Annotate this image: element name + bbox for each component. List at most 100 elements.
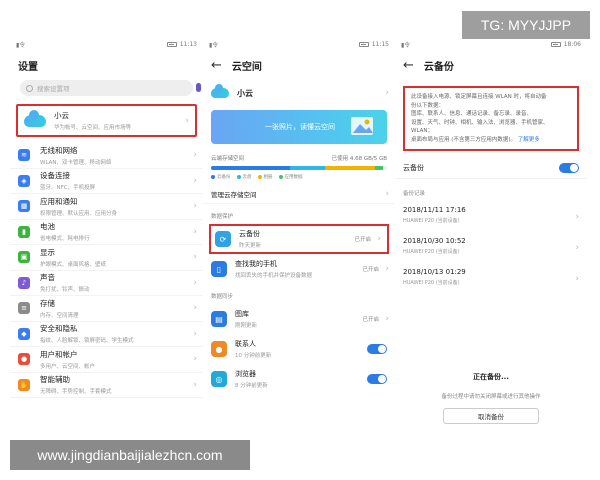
storage-segment	[290, 166, 326, 170]
manage-storage-row[interactable]: 管理云存储空间 ›	[203, 184, 395, 204]
find-my-phone-row[interactable]: ▯ 查找我的手机 找回丢失的手机并保护设备数据 已开启 ›	[203, 254, 395, 284]
chevron-right-icon: ›	[377, 234, 381, 244]
back-arrow-icon[interactable]: ←	[211, 58, 222, 73]
contacts-toggle[interactable]	[367, 344, 387, 354]
backup-progress: 正在备份... 备份过程中请勿关闭屏幕或进行其他操作 取消备份	[395, 372, 587, 424]
device-connect-icon: ◈	[18, 174, 30, 187]
chevron-right-icon: ›	[193, 150, 197, 161]
user-icon: ●	[18, 353, 30, 366]
item-sub: 8 分钟前更新	[235, 383, 268, 389]
cancel-backup-button[interactable]: 取消备份	[443, 408, 539, 424]
gallery-row[interactable]: ▤ 图库 刚刚更新 已开启 ›	[203, 304, 395, 334]
back-arrow-icon[interactable]: ←	[403, 58, 414, 73]
legend-dot	[278, 175, 283, 179]
settings-item-cloud[interactable]: 小云 华为帐号、云空间、应用市场等 ›	[16, 104, 197, 137]
settings-item-users[interactable]: ● 用户和帐户 多用户、云空间、帐户 ›	[10, 347, 203, 373]
watermark-tg: TG: MYYJJPP	[462, 11, 590, 39]
account-name: 小云	[237, 88, 253, 98]
settings-item-battery[interactable]: ▮ 电池 省电模式、耗电排行 ›	[10, 220, 203, 245]
cloud-backup-row[interactable]: ⟳ 云备份 昨天更新 已开启 ›	[209, 224, 389, 254]
contacts-icon: ●	[211, 341, 227, 357]
settings-item-storage[interactable]: ≡ 存储 内存、空间清理 ›	[10, 296, 203, 322]
backup-notice: 此设备接入电源、锁定屏幕且连接 WLAN 时，将自动备 份以下数据： 图库、联系…	[403, 86, 579, 151]
settings-item-display[interactable]: ▣ 显示 护眼模式、桌面风格、壁纸 ›	[10, 245, 203, 271]
record-date: 2018/10/13 01:29	[403, 268, 466, 276]
chevron-right-icon: ›	[193, 303, 197, 314]
item-sub: 免打扰、铃声、振动	[40, 287, 90, 294]
storage-usage: 已使用 4.68 GB/5 GB	[331, 156, 387, 162]
chevron-right-icon: ›	[385, 264, 389, 274]
find-phone-icon: ▯	[211, 261, 227, 277]
signal-indicator: ▮令	[209, 41, 219, 49]
backup-toggle-row[interactable]: 云备份	[395, 157, 587, 179]
legend-dot	[257, 175, 262, 179]
status-time: 11:15	[371, 40, 389, 48]
item-label: 电池	[40, 222, 55, 232]
record-date: 2018/10/30 10:52	[403, 237, 466, 245]
item-label: 联系人	[235, 340, 256, 348]
legend-label: 应用数据	[284, 175, 303, 180]
settings-item-network[interactable]: ≋ 无线和网络 WLAN、双卡管理、移动网络 ›	[10, 143, 203, 169]
search-placeholder: 搜索设置项	[37, 85, 70, 93]
signal-indicator: ▮令	[401, 41, 411, 49]
chevron-right-icon: ›	[193, 252, 197, 263]
item-sub: 找回丢失的手机并保护设备数据	[235, 273, 313, 279]
notice-line: 桌面布局与应用 (不含第三方应用内数据)。	[411, 136, 517, 143]
signal-indicator: ▮令	[16, 41, 26, 49]
status-text: 已开启	[362, 317, 379, 323]
contacts-row[interactable]: ● 联系人 10 分钟前更新	[203, 334, 395, 364]
section-data-protection: 数据保护	[211, 214, 234, 220]
browser-icon: ◎	[211, 371, 227, 387]
chevron-right-icon: ›	[193, 354, 197, 365]
legend-label: 相册	[263, 175, 273, 180]
legend-label: 云备份	[217, 175, 231, 180]
legend-item: 云盘	[236, 174, 252, 180]
battery-icon	[550, 41, 561, 47]
settings-item-apps[interactable]: ▦ 应用和通知 权限管理、默认应用、应用分身 ›	[10, 194, 203, 220]
item-label: 用户和帐户	[40, 349, 78, 359]
storage-legend: 云备份 云盘 相册 应用数据	[211, 174, 387, 180]
title-bar: ← 云空间	[203, 52, 395, 78]
settings-screen: ▮令 11:13 设置 搜索设置项 小云 华为帐号、云空间、应用市场等 › ≋ 无…	[10, 36, 203, 438]
item-label: 浏览器	[235, 370, 256, 378]
sound-icon: ♪	[18, 276, 30, 289]
section-data-sync: 数据同步	[211, 294, 234, 300]
backup-record[interactable]: 2018/10/13 01:29 HUAWEI P20 (当前设备) ›	[395, 263, 587, 294]
storage-label: 云端存储空间	[211, 156, 245, 162]
settings-item-device-connect[interactable]: ◈ 设备连接 蓝牙、NFC、手机投屏 ›	[10, 169, 203, 194]
notice-line: 此设备接入电源、锁定屏幕且连接 WLAN 时，将自动备	[411, 94, 547, 100]
chevron-right-icon: ›	[193, 277, 197, 288]
backup-record[interactable]: 2018/11/11 17:16 HUAWEI P20 (当前设备) ›	[395, 201, 587, 232]
item-sub: 护眼模式、桌面风格、壁纸	[40, 261, 107, 268]
item-sub: 指纹、人脸解锁、锁屏密码、学生模式	[40, 338, 134, 345]
promo-banner[interactable]: 一张照片，读懂云空间	[211, 110, 387, 144]
backup-record[interactable]: 2018/10/30 10:52 HUAWEI P20 (当前设备) ›	[395, 232, 587, 263]
settings-item-sound[interactable]: ♪ 声音 免打扰、铃声、振动 ›	[10, 271, 203, 296]
item-label: 图库	[235, 310, 249, 318]
item-sub: 蓝牙、NFC、手机投屏	[40, 185, 96, 192]
storage-segment	[374, 166, 384, 170]
search-icon	[26, 84, 33, 92]
backup-toggle[interactable]	[559, 162, 579, 173]
item-label: 设备连接	[40, 171, 70, 181]
storage-segment	[211, 166, 291, 170]
account-row[interactable]: 小云 ›	[203, 82, 395, 104]
browser-toggle[interactable]	[367, 374, 387, 384]
item-label: 云备份	[239, 230, 260, 238]
settings-item-security[interactable]: ◆ 安全和隐私 指纹、人脸解锁、锁屏密码、学生模式 ›	[10, 322, 203, 347]
records-label: 备份记录	[403, 191, 426, 197]
settings-item-assist[interactable]: ✋ 智能辅助 无障碍、手势控制、手套模式 ›	[10, 373, 203, 398]
microphone-icon[interactable]	[196, 83, 201, 92]
status-text: 已开启	[354, 237, 371, 243]
apps-icon: ▦	[18, 200, 30, 213]
browser-row[interactable]: ◎ 浏览器 8 分钟前更新	[203, 364, 395, 394]
search-input[interactable]: 搜索设置项	[20, 80, 201, 96]
chevron-right-icon: ›	[193, 328, 197, 339]
learn-more-link[interactable]: 了解更多	[518, 137, 540, 143]
display-icon: ▣	[18, 251, 30, 264]
cloud-icon	[211, 84, 229, 98]
cloud-icon	[24, 109, 46, 127]
chevron-right-icon: ›	[385, 314, 389, 324]
title-bar: ← 云备份	[395, 52, 587, 78]
toggle-label: 云备份	[403, 163, 424, 172]
